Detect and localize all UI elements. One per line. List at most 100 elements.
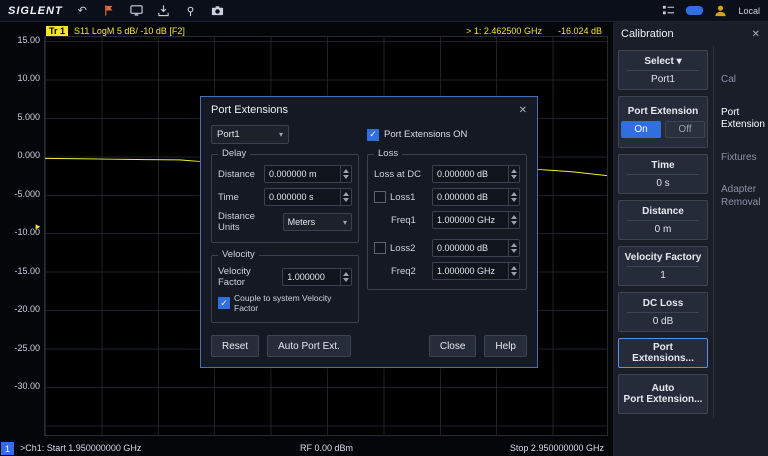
marker-frequency: > 1: 2.462500 GHz [466,26,542,36]
spin-up-icon[interactable] [511,243,517,247]
task-list-icon[interactable] [661,3,676,18]
spin-down-icon[interactable] [511,272,517,276]
save-icon[interactable] [156,3,171,18]
velocity-factor-field[interactable]: 1.000000 [282,268,352,286]
loss-group: Loss Loss at DC 0.000000 dB Loss1 [367,154,527,290]
touch-icon[interactable] [183,3,198,18]
camera-icon[interactable] [210,3,225,18]
dialog-port-select[interactable]: Port1▾ [211,125,289,144]
loss1-label: Loss1 [390,192,415,203]
dc-loss-button[interactable]: DC Loss 0 dB [618,292,708,332]
top-toolbar: SIGLENT ↶ Local [0,0,768,22]
y-tick: 15.00 [4,35,40,45]
distance-field[interactable]: 0.000000 m [264,165,352,183]
velocity-factory-button[interactable]: Velocity Factory 1 [618,246,708,286]
sidebar-header: Calibration ✕ [613,22,768,46]
distance-label: Distance [218,169,255,180]
time-field[interactable]: 0.000000 s [264,188,352,206]
usb-indicator-icon [686,6,703,15]
freq1-field[interactable]: 1.000000 GHz [432,211,520,229]
delay-group: Delay Distance 0.000000 m Time 0.000000 [211,154,359,243]
port-extensions-on-checkbox[interactable]: ✓ [367,129,379,141]
port-extension-label: Port Extension [628,106,699,117]
port-extensions-on-label: Port Extensions ON [384,129,467,140]
port-extensions-button[interactable]: Port Extensions... [618,338,708,368]
sidebar-close-icon[interactable]: ✕ [752,29,760,40]
auto-port-extension-button[interactable]: Auto Port Extension... [618,374,708,414]
loss2-label: Loss2 [390,243,415,254]
auto-port-ext-button[interactable]: Auto Port Ext. [267,335,351,357]
loss2-field[interactable]: 0.000000 dB [432,239,520,257]
rf-power-label: RF 0.00 dBm [300,443,353,453]
y-tick: -15.00 [4,266,40,276]
freq2-field[interactable]: 1.000000 GHz [432,262,520,280]
trace-badge[interactable]: Tr 1 [46,26,68,36]
port-extension-off-button[interactable]: Off [665,121,705,138]
spin-up-icon[interactable] [343,192,349,196]
y-tick: 0.000 [4,150,40,160]
port-extensions-on-checkbox-row[interactable]: ✓ Port Extensions ON [367,129,467,141]
vna-screen: SIGLENT ↶ Local Tr 1 [0,0,768,456]
trace-header: Tr 1 S11 LogM 5 dB/ -10 dB [F2] [46,26,185,36]
sidebar-tabs: Cal Port Extension Fixtures Adapter Remo… [713,46,768,418]
distance-units-select[interactable]: Meters▾ [283,213,352,231]
close-button[interactable]: Close [429,335,477,357]
dialog-close-icon[interactable]: ✕ [519,105,527,116]
select-port-button[interactable]: Select ▾ Port1 [618,50,708,90]
y-tick: 5.000 [4,112,40,122]
y-tick: 10.00 [4,73,40,83]
spin-up-icon[interactable] [343,272,349,276]
distance-button[interactable]: Distance 0 m [618,200,708,240]
velocity-group: Velocity Velocity Factor 1.000000 ✓ Coup… [211,255,359,323]
port-extension-on-button[interactable]: On [621,121,661,138]
spin-down-icon[interactable] [343,198,349,202]
spin-down-icon[interactable] [343,175,349,179]
loss2-checkbox[interactable] [374,242,386,254]
couple-label: Couple to system Velocity Factor [234,293,352,313]
reference-level-arrow-icon: ► [34,222,42,231]
spin-up-icon[interactable] [343,169,349,173]
spin-up-icon[interactable] [511,169,517,173]
marker-readout: > 1: 2.462500 GHz -16.024 dB [466,26,602,36]
reset-button[interactable]: Reset [211,335,259,357]
spin-up-icon[interactable] [511,266,517,270]
y-tick: -25.00 [4,343,40,353]
chevron-down-icon: ▾ [279,130,283,139]
spin-down-icon[interactable] [511,175,517,179]
delay-group-legend: Delay [218,148,250,159]
freq2-label: Freq2 [374,266,416,277]
trace-settings-label: S11 LogM 5 dB/ -10 dB [F2] [74,26,185,36]
velocity-factor-label: Velocity Factor [218,266,278,288]
dialog-title: Port Extensions [211,104,288,116]
time-label: Time [218,192,239,203]
tab-adapter-removal[interactable]: Adapter Removal [721,184,765,209]
stop-frequency-label: Stop 2.950000000 GHz [510,443,604,453]
couple-checkbox[interactable]: ✓ [218,297,230,309]
loss1-checkbox[interactable] [374,191,386,203]
y-tick: -30.00 [4,381,40,391]
tab-cal[interactable]: Cal [721,74,765,87]
y-tick: -20.00 [4,304,40,314]
tab-port-extension[interactable]: Port Extension [721,107,765,132]
spin-down-icon[interactable] [511,249,517,253]
help-button[interactable]: Help [484,335,527,357]
time-button[interactable]: Time 0 s [618,154,708,194]
port-extensions-dialog: Port Extensions ✕ Port1▾ ✓ Port Extensio… [200,96,538,368]
y-tick: -5.000 [4,189,40,199]
loss1-field[interactable]: 0.000000 dB [432,188,520,206]
spin-up-icon[interactable] [511,192,517,196]
tab-fixtures[interactable]: Fixtures [721,152,765,165]
spin-down-icon[interactable] [511,221,517,225]
loss-at-dc-field[interactable]: 0.000000 dB [432,165,520,183]
spin-down-icon[interactable] [343,278,349,282]
page-badge[interactable]: 1 [1,442,14,455]
user-icon[interactable] [713,3,728,18]
spin-down-icon[interactable] [511,198,517,202]
undo-icon[interactable]: ↶ [75,3,90,18]
display-icon[interactable] [129,3,144,18]
spin-up-icon[interactable] [511,215,517,219]
marker-flag-icon[interactable] [102,3,117,18]
marker-amplitude: -16.024 dB [558,26,602,36]
couple-checkbox-row[interactable]: ✓ Couple to system Velocity Factor [218,293,352,313]
selected-port-value: Port1 [627,70,699,85]
